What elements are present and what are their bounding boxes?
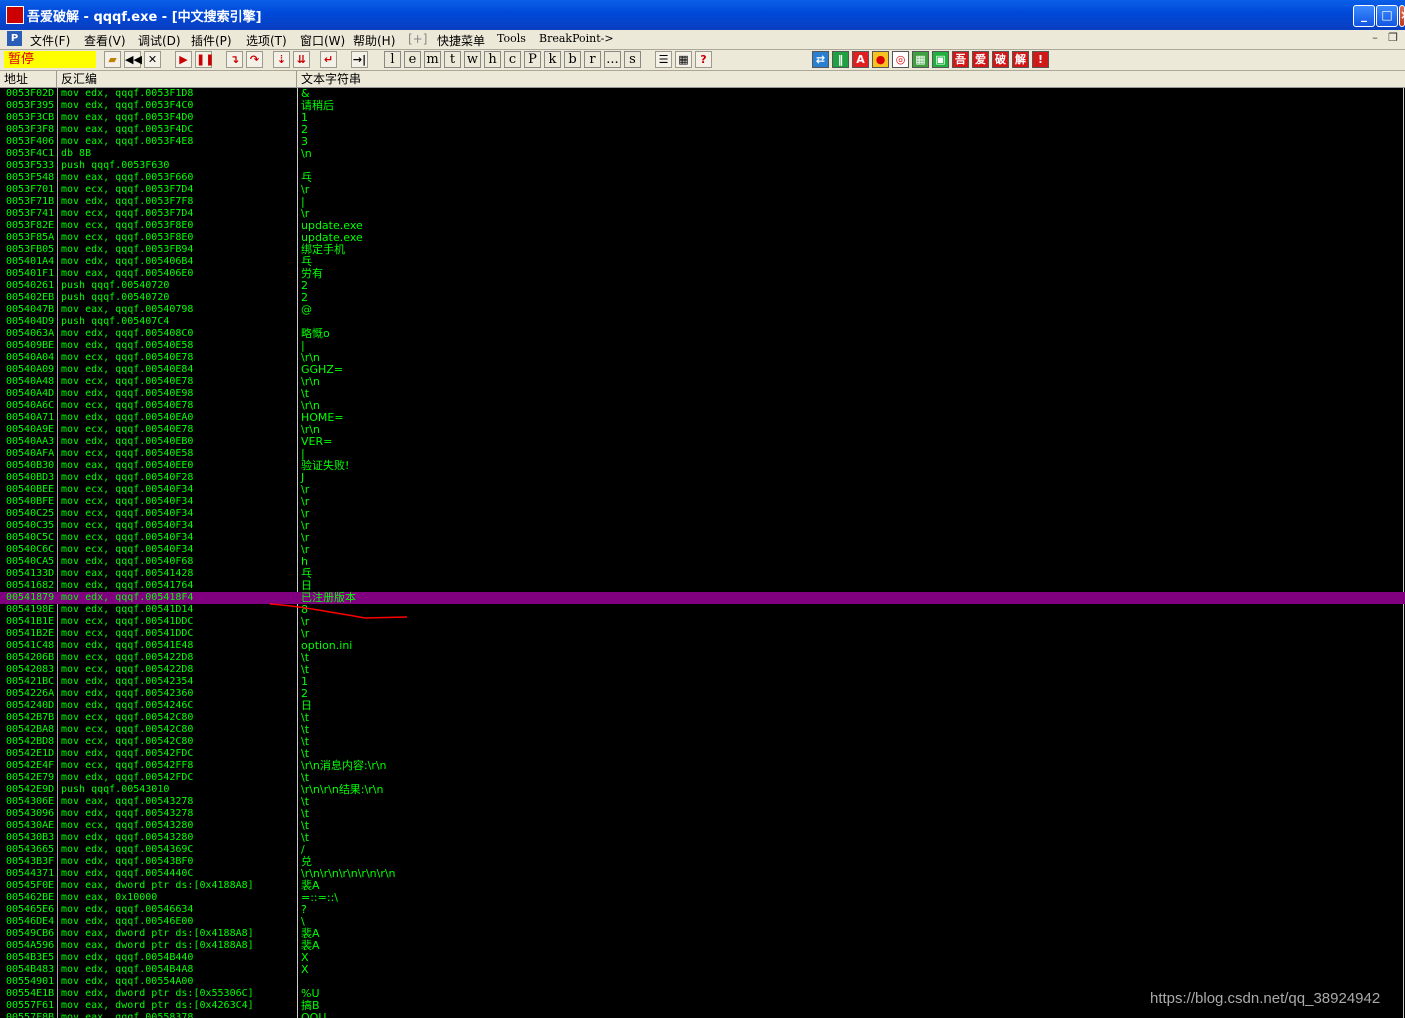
red-annotation-stroke (269, 603, 408, 619)
watermark: https://blog.csdn.net/qq_38924942 (1150, 990, 1381, 1007)
